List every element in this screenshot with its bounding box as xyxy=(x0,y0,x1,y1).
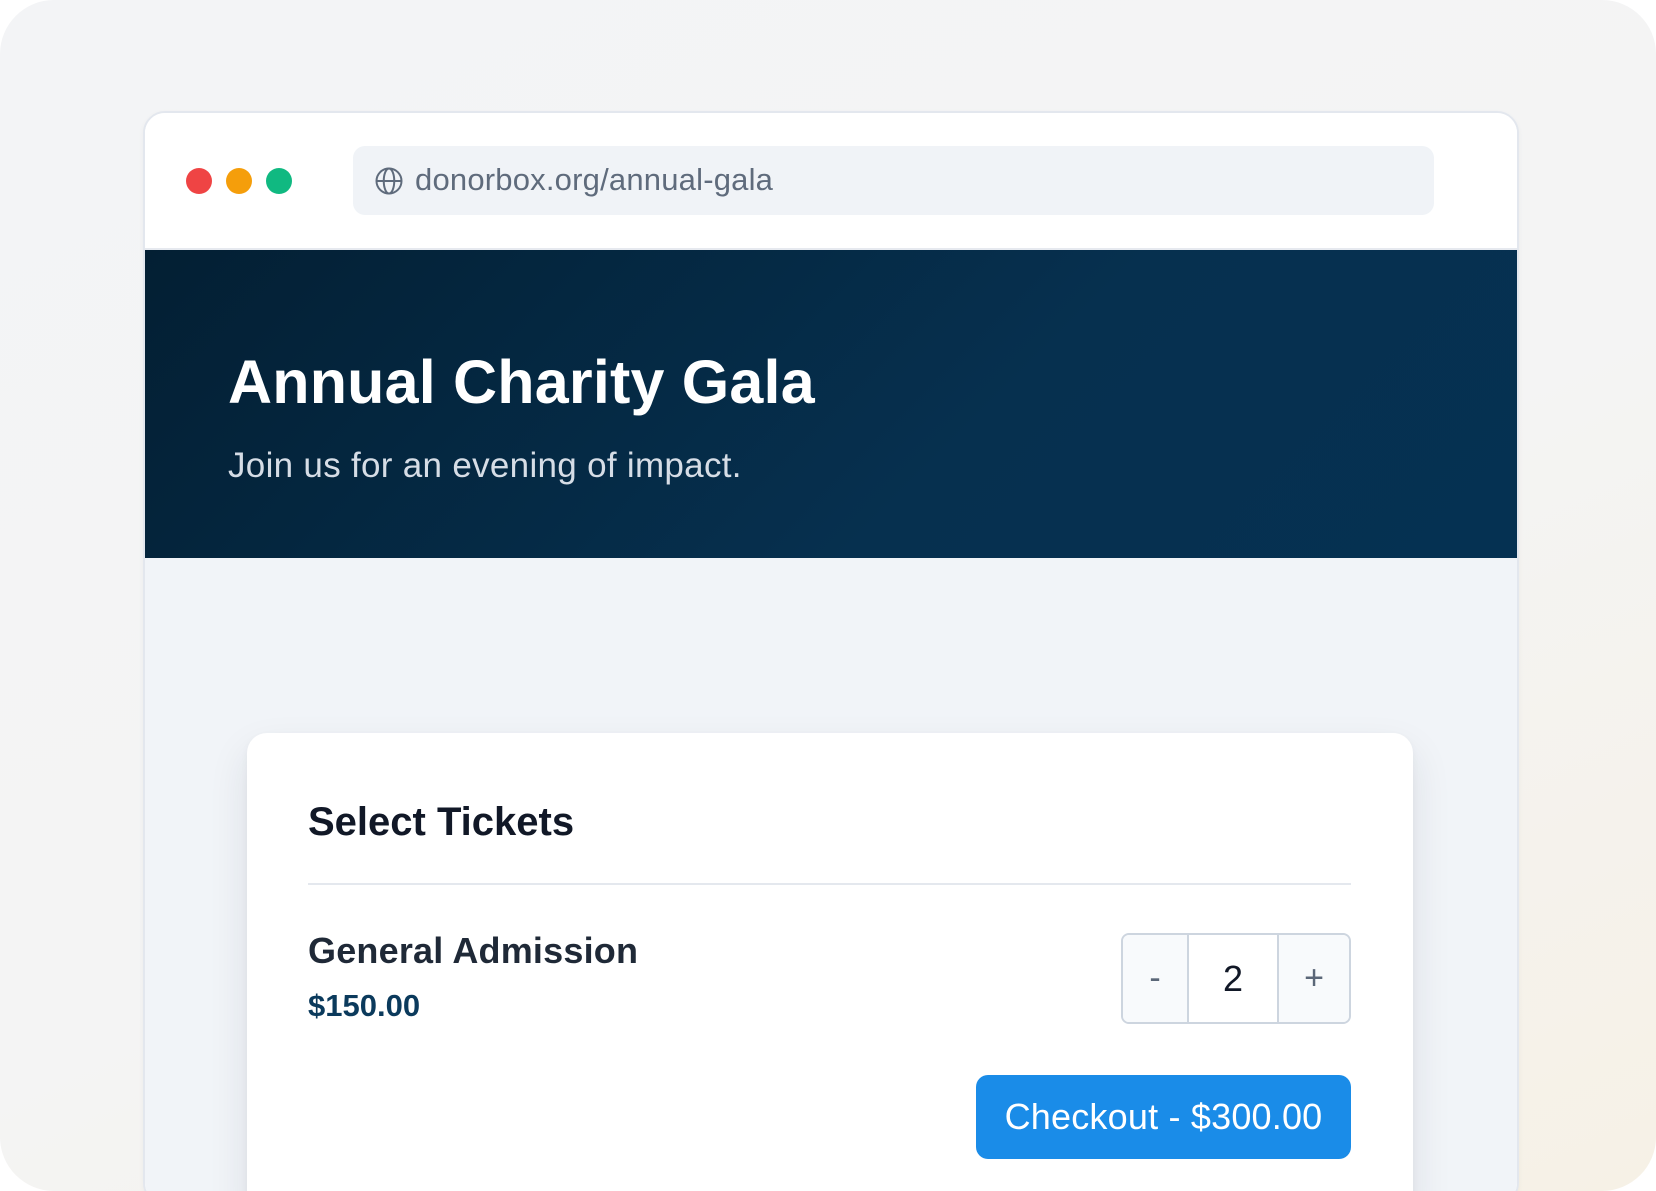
event-hero-banner: Annual Charity Gala Join us for an eveni… xyxy=(145,250,1517,558)
card-divider xyxy=(308,883,1351,885)
event-title: Annual Charity Gala xyxy=(228,348,815,416)
screenshot-frame: donorbox.org/annual-gala Annual Charity … xyxy=(0,0,1656,1191)
ticket-price: $150.00 xyxy=(308,988,421,1023)
globe-icon xyxy=(375,167,403,195)
close-window-button[interactable] xyxy=(186,168,212,194)
minimize-window-button[interactable] xyxy=(226,168,252,194)
browser-window: donorbox.org/annual-gala Annual Charity … xyxy=(143,111,1519,1191)
ticket-selection-card: Select Tickets General Admission $150.00… xyxy=(247,733,1413,1191)
browser-titlebar: donorbox.org/annual-gala xyxy=(145,113,1517,250)
card-title: Select Tickets xyxy=(308,800,575,844)
event-subtitle: Join us for an evening of impact. xyxy=(228,446,742,485)
decrement-quantity-button[interactable]: - xyxy=(1123,935,1189,1022)
maximize-window-button[interactable] xyxy=(266,168,292,194)
checkout-button[interactable]: Checkout - $300.00 xyxy=(976,1075,1351,1159)
increment-quantity-button[interactable]: + xyxy=(1277,935,1349,1022)
ticket-name: General Admission xyxy=(308,930,639,971)
page-content: Select Tickets General Admission $150.00… xyxy=(145,558,1517,1191)
quantity-value[interactable]: 2 xyxy=(1189,935,1277,1022)
address-bar-url: donorbox.org/annual-gala xyxy=(415,162,774,197)
quantity-stepper: - 2 + xyxy=(1121,933,1351,1024)
address-bar[interactable]: donorbox.org/annual-gala xyxy=(353,146,1434,215)
